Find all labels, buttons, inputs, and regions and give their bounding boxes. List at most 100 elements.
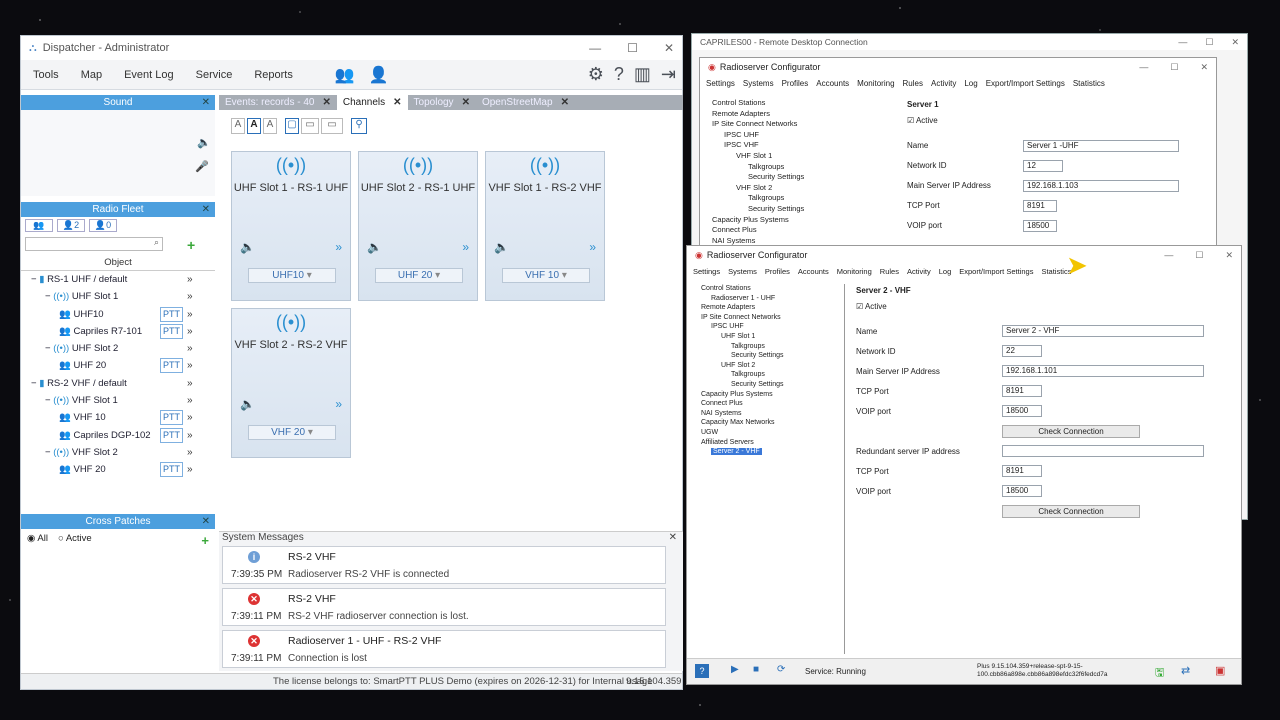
speaker-icon[interactable]: 🔈 (494, 240, 509, 254)
export-icon[interactable]: ⇄ (1181, 664, 1190, 677)
config-tree-node[interactable]: Security Settings (706, 204, 896, 215)
ptt-button[interactable]: PTT (160, 410, 183, 426)
speaker-icon[interactable]: 🔈 (197, 136, 211, 149)
config-tree-node[interactable]: IPSC UHF (706, 130, 896, 141)
config-tree-node[interactable]: Talkgroups (695, 342, 844, 352)
layout-icon[interactable]: ▥ (634, 64, 651, 85)
tab-channels[interactable]: Channels ✕ (336, 95, 408, 110)
tab-topology[interactable]: Topology ✕ (408, 95, 476, 110)
chevron-right-icon[interactable]: » (187, 409, 193, 426)
speaker-icon[interactable]: 🔈 (240, 397, 255, 411)
chevron-right-icon[interactable]: » (462, 240, 469, 254)
close-icon[interactable]: ✕ (561, 95, 569, 110)
slot-node[interactable]: − ((•)) VHF Slot 2» (21, 444, 215, 461)
radio-mode-icon[interactable]: ⚲ (351, 118, 367, 134)
font-medium-button[interactable]: A (247, 118, 261, 134)
config-tree-node[interactable]: NAI Systems (695, 409, 844, 419)
ip-field[interactable]: 192.168.1.101 (1002, 365, 1204, 377)
restart-icon[interactable]: ⟳ (777, 664, 785, 675)
view-wide-button[interactable]: ▭ (321, 118, 343, 134)
config-menu-item[interactable]: Rules (880, 267, 899, 276)
config-tree-node[interactable]: UGW (695, 428, 844, 438)
config-menu-item[interactable]: Settings (693, 267, 720, 276)
users-icon[interactable]: 👥 (335, 65, 355, 85)
maximize-icon[interactable]: ☐ (1170, 62, 1178, 73)
config-tree-node[interactable]: IP Site Connect Networks (695, 313, 844, 323)
config-menu-item[interactable]: Monitoring (857, 79, 894, 88)
talkgroup-node[interactable]: 👥 VHF 10 PTT» (21, 409, 215, 426)
menu-tools[interactable]: Tools (33, 69, 59, 81)
menu-service[interactable]: Service (196, 69, 233, 81)
radioserver-node[interactable]: − ▮ RS-1 UHF / default» (21, 271, 215, 288)
chevron-right-icon[interactable]: » (187, 392, 193, 409)
speaker-icon[interactable]: 🔈 (367, 240, 382, 254)
speaker-icon[interactable]: 🔈 (240, 240, 255, 254)
talkgroup-select[interactable]: VHF 10 ▾ (502, 268, 590, 283)
close-icon[interactable]: ✕ (202, 95, 210, 110)
filter-online-button[interactable]: 👤2 (57, 219, 85, 232)
menu-reports[interactable]: Reports (254, 69, 293, 81)
config-menu-item[interactable]: Profiles (782, 79, 809, 88)
font-large-button[interactable]: A (263, 118, 277, 134)
radioserver-node[interactable]: − ▮ RS-2 VHF / default» (21, 375, 215, 392)
tcp-field[interactable]: 8191 (1002, 385, 1042, 397)
chevron-right-icon[interactable]: » (187, 306, 193, 323)
save-icon[interactable]: 🖫 (1155, 664, 1164, 683)
object-column-header[interactable]: Object (21, 257, 215, 271)
talkgroup-select[interactable]: UHF 20 ▾ (375, 268, 463, 283)
config-menu-item[interactable]: Settings (706, 79, 735, 88)
font-small-button[interactable]: A (231, 118, 245, 134)
config-tree-node[interactable]: Capacity Plus Systems (695, 390, 844, 400)
microphone-icon[interactable]: 🎤 (195, 160, 209, 173)
network-id-field[interactable]: 22 (1002, 345, 1042, 357)
check-connection-button-2[interactable]: Check Connection (1002, 505, 1140, 518)
tab-events[interactable]: Events: records - 40 ✕ (219, 95, 337, 110)
chevron-right-icon[interactable]: » (187, 357, 193, 374)
talkgroup-node[interactable]: 👥 UHF 20 PTT» (21, 357, 215, 374)
tcp-field[interactable]: 8191 (1023, 200, 1057, 212)
config-menu-item[interactable]: Activity (931, 79, 956, 88)
chevron-right-icon[interactable]: » (187, 323, 193, 340)
channel-card[interactable]: ((•)) UHF Slot 2 - RS-1 UHF 🔈 » UHF 20 ▾ (358, 151, 478, 301)
config-menu-item[interactable]: Log (964, 79, 977, 88)
config-menu-item[interactable]: Systems (743, 79, 774, 88)
config-tree-node[interactable]: Talkgroups (706, 162, 896, 173)
add-icon[interactable]: + (187, 237, 195, 253)
talkgroup-select[interactable]: VHF 20 ▾ (248, 425, 336, 440)
chevron-right-icon[interactable]: » (589, 240, 596, 254)
ptt-button[interactable]: PTT (160, 427, 183, 443)
talkgroup-node[interactable]: 👥 Capriles R7-101 PTT» (21, 323, 215, 340)
window-icon[interactable]: ▣ (1215, 664, 1225, 677)
close-icon[interactable]: ✕ (1225, 250, 1233, 261)
slot-node[interactable]: − ((•)) VHF Slot 1» (21, 392, 215, 409)
config-tree-node[interactable]: UHF Slot 1 (695, 332, 844, 342)
config-tree-node[interactable]: Capacity Max Networks (695, 418, 844, 428)
check-connection-button[interactable]: Check Connection (1002, 425, 1140, 438)
close-icon[interactable]: ✕ (669, 532, 677, 543)
voip-field[interactable]: 18500 (1023, 220, 1057, 232)
close-icon[interactable]: ✕ (462, 95, 470, 110)
radio-active[interactable]: ○ Active (58, 533, 92, 548)
menu-event-log[interactable]: Event Log (124, 69, 174, 81)
close-icon[interactable]: ✕ (322, 95, 330, 110)
voip-field[interactable]: 18500 (1002, 405, 1042, 417)
config-menu-item[interactable]: Log (939, 267, 952, 276)
maximize-icon[interactable]: ☐ (627, 41, 638, 55)
config-menu-item[interactable]: Activity (907, 267, 931, 276)
talkgroup-select[interactable]: UHF10 ▾ (248, 268, 336, 283)
active-checkbox[interactable]: ☑ Active (907, 116, 938, 125)
config-tree-node[interactable]: Security Settings (706, 172, 896, 183)
close-icon[interactable]: ✕ (1231, 37, 1239, 48)
network-id-field[interactable]: 12 (1023, 160, 1063, 172)
config-tree-node[interactable]: Talkgroups (706, 193, 896, 204)
close-icon[interactable]: ✕ (393, 95, 401, 110)
channel-card[interactable]: ((•)) UHF Slot 1 - RS-1 UHF 🔈 » UHF10 ▾ (231, 151, 351, 301)
minimize-icon[interactable]: — (1178, 37, 1187, 48)
view-list-button[interactable]: ▭ (301, 118, 319, 134)
minimize-icon[interactable]: — (1164, 250, 1173, 261)
search-icon[interactable]: ⌕ (154, 237, 159, 248)
config-tree-node[interactable]: Server 2 - VHF (695, 447, 844, 457)
chevron-right-icon[interactable]: » (335, 240, 342, 254)
maximize-icon[interactable]: ☐ (1195, 250, 1203, 261)
radio-all[interactable]: ◉ All (27, 533, 48, 548)
